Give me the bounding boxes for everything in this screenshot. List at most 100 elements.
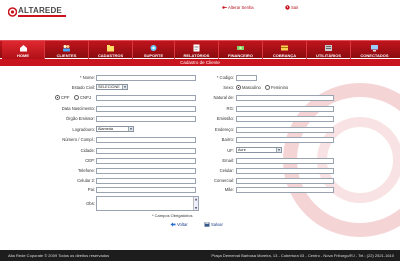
nav-label: CADASTROS bbox=[97, 53, 124, 58]
cep-label: CEP: bbox=[85, 158, 95, 163]
cep-input[interactable] bbox=[96, 158, 196, 164]
telefone-label: Telefone: bbox=[78, 168, 95, 173]
cpf-radio[interactable]: CPF bbox=[55, 95, 69, 100]
key-icon bbox=[222, 6, 227, 10]
required-note: * Campos Obrigatórios bbox=[152, 213, 193, 218]
logo-icon bbox=[8, 7, 17, 17]
save-label: Salvar bbox=[211, 222, 223, 227]
pai-input[interactable] bbox=[96, 187, 196, 193]
nav-label: CLIENTES bbox=[56, 53, 77, 58]
endereco-input[interactable] bbox=[236, 127, 334, 133]
numero-input[interactable] bbox=[96, 137, 196, 143]
orgao-label: Órgão Emissor: bbox=[65, 116, 95, 121]
folder-icon bbox=[107, 45, 114, 52]
logout-link[interactable]: Sair bbox=[285, 5, 299, 11]
rg-label: RG: bbox=[226, 106, 234, 111]
codigo-input[interactable] bbox=[236, 75, 257, 81]
cpf-label: CPF bbox=[61, 95, 70, 100]
estado-civil-select[interactable]: SELECIONE ▼ bbox=[96, 84, 128, 90]
obs-textarea[interactable]: ▲ ▼ bbox=[96, 196, 199, 211]
obs-scrollbar[interactable]: ▲ ▼ bbox=[193, 197, 198, 210]
comercial-input[interactable] bbox=[236, 178, 334, 184]
celular-input[interactable] bbox=[236, 168, 334, 174]
report-icon bbox=[193, 44, 200, 52]
logo[interactable]: ALTAREDE bbox=[8, 6, 68, 21]
back-button[interactable]: Voltar bbox=[170, 222, 188, 227]
nascimento-label: Data Nascimento: bbox=[61, 106, 95, 111]
header: ALTAREDE Alterar Senha Sair bbox=[0, 0, 400, 40]
footer-address: Praça Demerval Barbosa Moreira, 13 - Cob… bbox=[211, 253, 394, 258]
nav-label: SUPORTE bbox=[143, 53, 164, 58]
home-icon bbox=[19, 45, 27, 52]
section-title: Cadastro de Cliente bbox=[0, 59, 400, 66]
logo-underline bbox=[18, 15, 66, 17]
codigo-label: * Codigo: bbox=[216, 75, 234, 80]
nascimento-input[interactable] bbox=[96, 106, 196, 112]
email-input[interactable] bbox=[236, 158, 334, 164]
telefone-input[interactable] bbox=[96, 168, 196, 174]
orgao-input[interactable] bbox=[96, 116, 196, 122]
chevron-down-icon: ▼ bbox=[276, 148, 281, 152]
nav-relatorios[interactable]: RELATÓRIOS bbox=[174, 41, 218, 59]
natural-label: Natural de: bbox=[213, 95, 234, 100]
scroll-up-icon[interactable]: ▲ bbox=[194, 197, 198, 201]
nav-clientes[interactable]: CLIENTES bbox=[44, 41, 88, 59]
celular2-label: Celular 2: bbox=[77, 178, 95, 183]
feminino-label: Feminino bbox=[271, 85, 289, 90]
logout-label: Sair bbox=[291, 5, 299, 10]
masculino-radio[interactable]: Masculino bbox=[236, 85, 261, 90]
mae-label: Mãe: bbox=[224, 187, 234, 192]
logout-icon bbox=[285, 5, 290, 11]
cnpj-radio[interactable]: CNPJ bbox=[74, 95, 91, 100]
email-label: Email: bbox=[222, 158, 234, 163]
connected-icon bbox=[371, 45, 378, 52]
celular2-input[interactable] bbox=[96, 178, 196, 184]
nav-conectados[interactable]: CONECTADOS bbox=[350, 41, 398, 59]
footer: Alta Rede Coporate © 2009 Todos os direi… bbox=[0, 250, 400, 261]
scroll-down-icon[interactable]: ▼ bbox=[194, 206, 198, 210]
uf-select[interactable]: Acre ▼ bbox=[236, 147, 282, 153]
estado-civil-value: SELECIONE bbox=[98, 85, 120, 89]
emissao-input[interactable] bbox=[236, 116, 334, 122]
nav-home[interactable]: HOME bbox=[2, 41, 44, 59]
radio-icon bbox=[55, 95, 60, 100]
nav-suporte[interactable]: SUPORTE bbox=[132, 41, 174, 59]
nav-label: COBRANÇA bbox=[272, 53, 297, 58]
comercial-label: Comercial: bbox=[213, 178, 234, 183]
uf-label: UF: bbox=[227, 148, 234, 153]
radio-icon bbox=[236, 85, 241, 90]
back-arrow-icon bbox=[170, 222, 176, 227]
support-icon bbox=[150, 45, 157, 51]
footer-copyright: Alta Rede Coporate © 2009 Todos os direi… bbox=[8, 253, 110, 258]
radio-icon bbox=[265, 85, 270, 90]
logradouro-select[interactable]: Alameda ▼ bbox=[96, 126, 134, 132]
emissao-label: Emissão: bbox=[216, 116, 234, 121]
nav-cadastros[interactable]: CADASTROS bbox=[88, 41, 132, 59]
billing-icon bbox=[281, 45, 288, 51]
nav-cobranca[interactable]: COBRANÇA bbox=[262, 41, 306, 59]
save-button[interactable]: Salvar bbox=[204, 222, 223, 227]
cidade-input[interactable] bbox=[96, 148, 196, 154]
natural-input[interactable] bbox=[236, 95, 334, 101]
logradouro-label: Logradouro: bbox=[72, 127, 95, 132]
cpf-input[interactable] bbox=[96, 95, 196, 101]
bairro-input[interactable] bbox=[236, 137, 334, 143]
rg-input[interactable] bbox=[236, 106, 334, 112]
nav-utilitarios[interactable]: UTILITÁRIOS bbox=[306, 41, 350, 59]
nome-input[interactable] bbox=[96, 75, 196, 81]
estado-civil-label: Estado Civil: bbox=[71, 85, 95, 90]
celular-label: Celular: bbox=[219, 168, 234, 173]
sexo-label: Sexo: bbox=[223, 85, 234, 90]
uf-value: Acre bbox=[238, 148, 246, 152]
nav-financeiro[interactable]: FINANCEIRO bbox=[218, 41, 262, 59]
save-icon bbox=[204, 222, 210, 227]
change-password-link[interactable]: Alterar Senha bbox=[222, 5, 254, 10]
mae-input[interactable] bbox=[236, 187, 334, 193]
nav-label: FINANCEIRO bbox=[228, 53, 253, 58]
bairro-label: Bairro: bbox=[221, 137, 234, 142]
nav-label: UTILITÁRIOS bbox=[315, 53, 342, 58]
radio-icon bbox=[74, 95, 79, 100]
masculino-label: Masculino bbox=[242, 85, 261, 90]
logradouro-value: Alameda bbox=[98, 127, 113, 131]
feminino-radio[interactable]: Feminino bbox=[265, 85, 288, 90]
